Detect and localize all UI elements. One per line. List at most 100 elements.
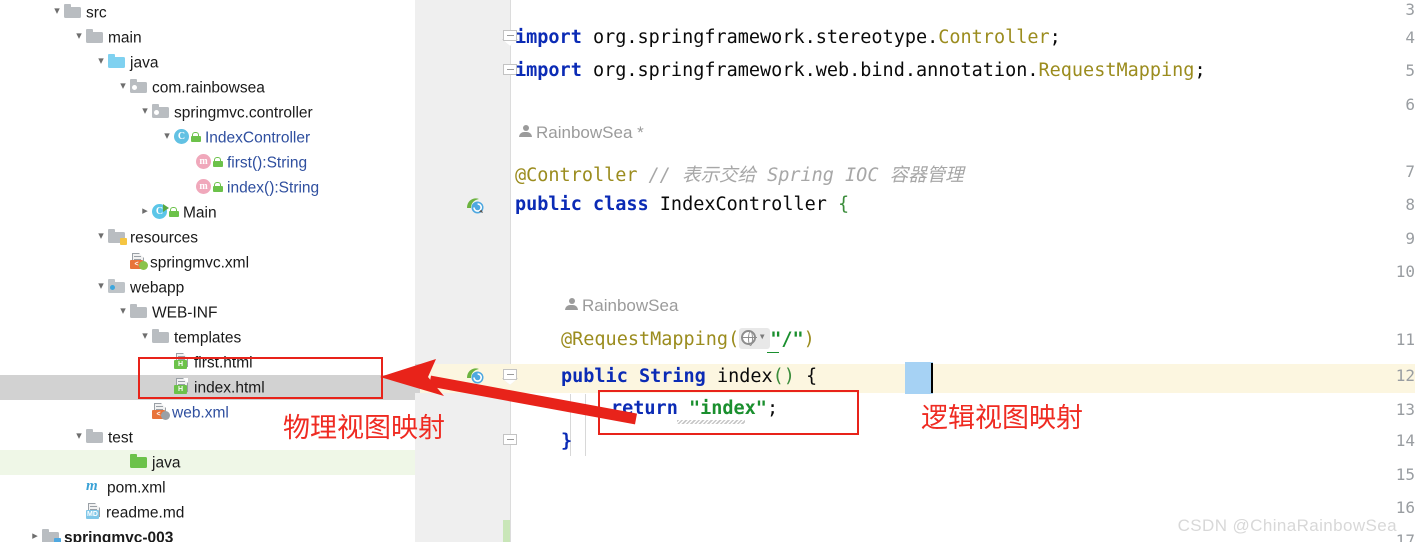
tree-item-templates[interactable]: ▾ templates [0,325,415,350]
tree-item-first-method[interactable]: ▾m first():String [0,150,415,175]
module-folder-icon [42,529,61,542]
test-source-folder-icon [130,454,147,469]
chevron-placeholder: ▾ [182,174,196,199]
public-lock-icon [169,206,179,218]
line-number: 5 [1405,61,1415,80]
chevron-placeholder: ▾ [138,399,152,424]
close-brace: } [561,431,573,452]
tree-item-java[interactable]: ▾ java [0,50,415,75]
chevron-placeholder: ▾ [116,449,130,474]
author-name: RainbowSea * [536,123,644,142]
selection-highlight [905,362,933,394]
line-number: 15 [1395,465,1415,484]
editor-gutter [415,0,510,542]
code-editor-panel[interactable]: 3 4 5 6 7 8 9 10 11 12 13 14 15 16 17 im… [415,0,1415,542]
folder-icon [152,329,169,344]
code-line-import-requestmapping[interactable]: import org.springframework.web.bind.anno… [515,60,1206,81]
tree-item-springmvc-controller[interactable]: ▾ springmvc.controller [0,100,415,125]
line-number: 8 [1405,195,1415,214]
tree-item-resources[interactable]: ▾ resources [0,225,415,250]
code-line-import-controller[interactable]: import org.springframework.stereotype.Co… [515,27,1061,48]
tree-item-main[interactable]: ▾ main [0,25,415,50]
ide-screenshot: ▾ src ▾ main ▾ java ▾ com.rainbowsea ▾ springmvc.… [0,0,1415,542]
tree-item-springmvc-xml[interactable]: ▾<springmvc.xml [0,250,415,275]
semicolon: ; [1049,27,1061,48]
chevron-down-icon[interactable]: ▾ [94,274,108,299]
chevron-down-icon[interactable]: ▾ [116,299,130,324]
chevron-right-icon[interactable]: ▸ [28,524,42,542]
vcs-change-marker [503,520,510,542]
tree-item-label: springmvc-003 [64,529,174,542]
tree-item-indexcontroller[interactable]: ▾ C IndexController [0,125,415,150]
tree-item-webapp[interactable]: ▾ webapp [0,275,415,300]
webapp-folder-icon [108,279,125,294]
chevron-down-icon[interactable]: ▾ [50,0,64,24]
folder-icon [86,29,103,44]
tree-item-label: src [86,4,107,22]
inline-comment: // 表示交给 Spring IOC 容器管理 [648,165,964,186]
line-number: 13 [1395,400,1415,419]
close-paren: ) [803,329,815,350]
tree-item-com-rainbowsea[interactable]: ▾ com.rainbowsea [0,75,415,100]
import-type: RequestMapping [1038,60,1195,81]
chevron-down-icon[interactable]: ▾ [160,124,174,149]
markdown-file-icon: MD [86,502,101,519]
person-icon [565,298,578,311]
mapping-path-underline [767,352,779,353]
code-line-controller-annotation[interactable]: @Controller // 表示交给 Spring IOC 容器管理 [515,161,964,187]
tree-item-pom-xml[interactable]: ▾m pom.xml [0,475,415,500]
person-icon [519,125,532,138]
tree-item-label: pom.xml [107,479,166,497]
tree-item-index-method[interactable]: ▾m index():String [0,175,415,200]
chevron-placeholder: ▾ [72,499,86,524]
fold-marker-icon[interactable] [503,434,519,450]
project-tree-panel[interactable]: ▾ src ▾ main ▾ java ▾ com.rainbowsea ▾ springmvc.… [0,0,415,542]
method-parens: () [772,366,795,387]
tree-item-readme-md[interactable]: ▾MD readme.md [0,500,415,525]
code-line-class-declaration[interactable]: public class IndexController { [515,194,849,215]
chevron-down-icon[interactable]: ▾ [72,424,86,449]
chevron-down-icon[interactable]: ▾ [756,327,768,346]
annotation-physical-view: 物理视图映射 [283,413,445,444]
method-name: index [716,366,773,387]
tree-item-label: resources [130,229,199,247]
tree-item-label: IndexController [205,129,311,147]
spring-bean-icon[interactable] [465,196,485,214]
inlay-author-hint-method[interactable]: RainbowSea [565,296,678,316]
line-number: 4 [1405,28,1415,47]
url-gutter-chip[interactable]: ▾ [739,327,771,349]
chevron-down-icon[interactable]: ▾ [72,24,86,49]
chevron-down-icon[interactable]: ▾ [94,224,108,249]
code-line-requestmapping-annotation[interactable]: @RequestMapping(▾ "/") [561,327,815,351]
chevron-placeholder: ▾ [116,249,130,274]
inlay-author-hint-class[interactable]: RainbowSea * [519,123,644,143]
line-number: 9 [1405,229,1415,248]
tree-item-springmvc-003[interactable]: ▸ springmvc-003 [0,525,415,542]
chevron-down-icon[interactable]: ▾ [116,74,130,99]
line-number: 14 [1395,431,1415,450]
tree-item-main-class[interactable]: ▸ C Main [0,200,415,225]
chevron-right-icon[interactable]: ▸ [138,199,152,224]
tree-item-label: java [152,454,181,472]
tree-item-src[interactable]: ▾ src [0,0,415,25]
globe-icon [741,330,758,346]
public-lock-icon [213,156,223,168]
class-name: IndexController [659,194,839,215]
import-package: org.springframework.stereotype. [592,27,939,48]
code-line-close-brace[interactable]: } [561,431,572,452]
semicolon: ; [1194,60,1206,81]
chevron-down-icon[interactable]: ▾ [94,49,108,74]
gutter-separator [510,0,511,542]
chevron-down-icon[interactable]: ▾ [138,99,152,124]
chevron-down-icon[interactable]: ▾ [138,324,152,349]
tree-item-label: WEB-INF [152,304,218,322]
spring-config-file-icon: < [130,252,148,270]
line-number: 6 [1405,95,1415,114]
keyword-import: import [515,27,593,48]
tree-item-test-java[interactable]: ▾ java [0,450,415,475]
tree-item-web-inf[interactable]: ▾ WEB-INF [0,300,415,325]
tree-item-label: Main [183,204,217,222]
class-icon: C [174,129,189,145]
method-icon: m [196,154,211,170]
line-number: 7 [1405,162,1415,181]
